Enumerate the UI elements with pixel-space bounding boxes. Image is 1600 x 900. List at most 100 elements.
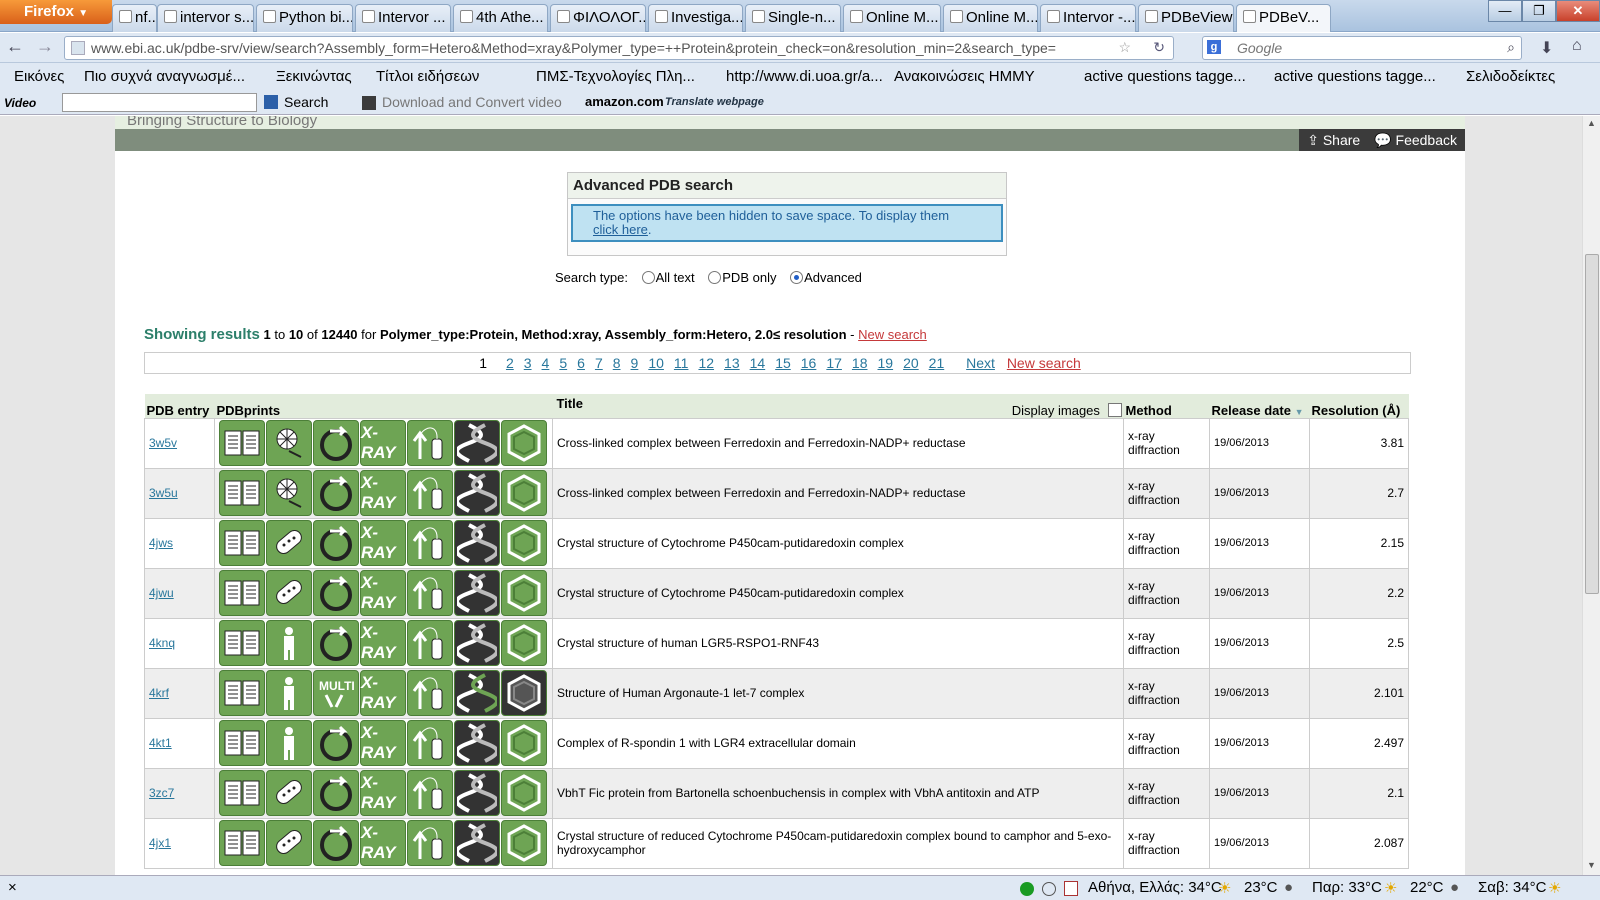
citation-icon[interactable] [218, 670, 265, 716]
citation-icon[interactable] [218, 520, 265, 566]
organism-icon[interactable] [265, 670, 312, 716]
scrollbar-thumb[interactable] [1585, 254, 1599, 594]
dna-icon[interactable] [453, 820, 500, 866]
addon-search-button[interactable]: Search [284, 94, 328, 110]
xray-icon[interactable]: X-RAY [359, 570, 406, 616]
protein-icon[interactable] [406, 670, 453, 716]
assembly-icon[interactable]: MULTI [312, 670, 359, 716]
organism-icon[interactable] [265, 570, 312, 616]
bookmark-item[interactable]: http://www.di.uoa.gr/a... [726, 68, 883, 85]
assembly-icon[interactable] [312, 570, 359, 616]
assembly-icon[interactable] [312, 470, 359, 516]
pdb-entry-link[interactable]: 4knq [149, 636, 175, 650]
ligand-icon[interactable] [500, 670, 547, 716]
page-link[interactable]: 11 [674, 355, 689, 371]
assembly-icon[interactable] [312, 720, 359, 766]
translate-button[interactable]: Translate webpage [665, 96, 764, 108]
browser-tab[interactable]: Intervor ... [355, 4, 451, 32]
assembly-icon[interactable] [312, 770, 359, 816]
bookmark-star-icon[interactable]: ☆ [1118, 39, 1131, 56]
home-icon[interactable]: ⌂ [1572, 37, 1582, 55]
bookmark-item[interactable]: Εικόνες [14, 68, 64, 85]
xray-icon[interactable]: X-RAY [359, 770, 406, 816]
page-link[interactable]: 6 [577, 355, 585, 371]
protein-icon[interactable] [406, 470, 453, 516]
organism-icon[interactable] [265, 620, 312, 666]
xray-icon[interactable]: X-RAY [359, 420, 406, 466]
minimize-button[interactable]: — [1488, 0, 1522, 22]
organism-icon[interactable] [265, 770, 312, 816]
protein-icon[interactable] [406, 520, 453, 566]
organism-icon[interactable] [265, 470, 312, 516]
page-link[interactable]: 12 [698, 355, 714, 371]
col-title[interactable]: Title Display images [552, 394, 1124, 418]
vertical-scrollbar[interactable]: ▲ ▼ [1582, 116, 1600, 875]
xray-icon[interactable]: X-RAY [359, 670, 406, 716]
citation-icon[interactable] [218, 720, 265, 766]
pdb-entry-link[interactable]: 3w5u [149, 486, 178, 500]
radio-pdb-only[interactable] [708, 271, 722, 284]
show-options-link[interactable]: click here [593, 222, 648, 237]
citation-icon[interactable] [218, 770, 265, 816]
reload-icon[interactable]: ↻ [1153, 39, 1165, 56]
share-button[interactable]: ⇪ Share [1307, 132, 1360, 148]
assembly-icon[interactable] [312, 420, 359, 466]
protein-icon[interactable] [406, 420, 453, 466]
dna-icon[interactable] [453, 770, 500, 816]
col-pdb-entry[interactable]: PDB entry [144, 394, 215, 418]
download-icon[interactable]: ⬇ [1540, 38, 1553, 58]
weather-current[interactable]: Αθήνα, Ελλάς: 34°C [1088, 879, 1222, 896]
google-icon[interactable]: g [1207, 40, 1221, 54]
browser-tab[interactable]: Python bi... [256, 4, 353, 32]
ligand-icon[interactable] [500, 420, 547, 466]
xray-icon[interactable]: X-RAY [359, 470, 406, 516]
bookmark-item[interactable]: ΠΜΣ-Τεχνολογίες Πλη... [536, 68, 695, 85]
restore-button[interactable]: ❐ [1522, 0, 1556, 22]
xray-icon[interactable]: X-RAY [359, 820, 406, 866]
citation-icon[interactable] [218, 620, 265, 666]
pdb-entry-link[interactable]: 4jwu [149, 586, 174, 600]
organism-icon[interactable] [265, 720, 312, 766]
dna-icon[interactable] [453, 520, 500, 566]
organism-icon[interactable] [265, 820, 312, 866]
next-page-link[interactable]: Next [966, 355, 995, 371]
new-search-link[interactable]: New search [858, 327, 927, 342]
ligand-icon[interactable] [500, 520, 547, 566]
browser-tab[interactable]: Online M... [943, 4, 1038, 32]
scroll-up-icon[interactable]: ▲ [1587, 118, 1596, 128]
ligand-icon[interactable] [500, 720, 547, 766]
page-link[interactable]: 10 [648, 355, 664, 371]
browser-tab[interactable]: PDBeV... [1236, 4, 1331, 32]
amazon-button[interactable]: amazon.com [585, 94, 664, 109]
ligand-icon[interactable] [500, 820, 547, 866]
pdb-entry-link[interactable]: 3w5v [149, 436, 177, 450]
protein-icon[interactable] [406, 820, 453, 866]
web-search-box[interactable]: g Google ⌕ [1202, 36, 1522, 60]
xray-icon[interactable]: X-RAY [359, 620, 406, 666]
magnifier-icon[interactable]: ⌕ [1507, 39, 1515, 56]
browser-tab[interactable]: ΦΙΛΟΛΟΓ... [550, 4, 646, 32]
firefox-menu-button[interactable]: Firefox ▼ [0, 0, 112, 24]
scroll-down-icon[interactable]: ▼ [1587, 860, 1596, 870]
download-convert-button[interactable]: Download and Convert video [382, 94, 562, 110]
radio-advanced[interactable] [790, 271, 804, 284]
page-link[interactable]: 9 [631, 355, 639, 371]
organism-icon[interactable] [265, 520, 312, 566]
clock-icon[interactable] [1042, 882, 1056, 896]
browser-tab[interactable]: PDBeView [1138, 4, 1234, 32]
citation-icon[interactable] [218, 820, 265, 866]
page-link[interactable]: 15 [775, 355, 791, 371]
bookmark-item[interactable]: Τίτλοι ειδήσεων [376, 68, 479, 85]
feedback-button[interactable]: 💬 Feedback [1374, 132, 1457, 148]
pager-new-search-link[interactable]: New search [1007, 355, 1081, 371]
ligand-icon[interactable] [500, 770, 547, 816]
page-link[interactable]: 21 [929, 355, 945, 371]
assembly-icon[interactable] [312, 820, 359, 866]
video-dropdown[interactable] [62, 93, 257, 112]
url-bar[interactable]: www.ebi.ac.uk/pdbe-srv/view/search?Assem… [64, 36, 1174, 60]
ligand-icon[interactable] [500, 620, 547, 666]
radio-all-text[interactable] [641, 271, 655, 284]
pdb-entry-link[interactable]: 4jx1 [149, 836, 171, 850]
bookmark-item[interactable]: Σελιδοδείκτες [1466, 68, 1555, 85]
page-link[interactable]: 7 [595, 355, 603, 371]
